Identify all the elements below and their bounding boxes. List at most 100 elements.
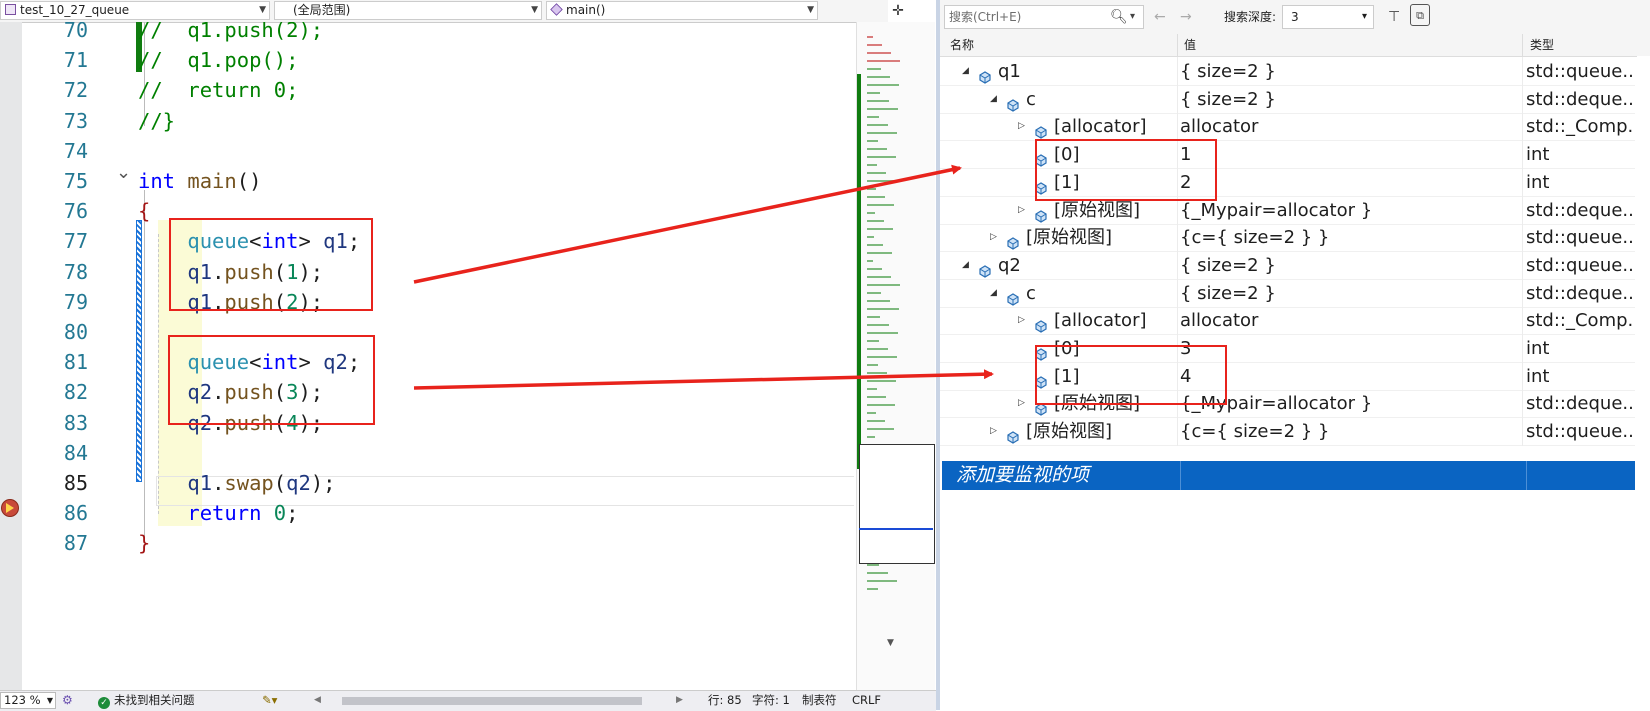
minimap-line	[867, 572, 888, 574]
watch-value[interactable]: { size=2 }	[1180, 85, 1276, 114]
code-line[interactable]: 81 queue<int> q2;	[22, 347, 854, 377]
minimap-viewport[interactable]	[859, 444, 935, 564]
code-line[interactable]: 80	[22, 317, 854, 347]
code-line[interactable]: 83 q2.push(4);	[22, 408, 854, 438]
brush-icon[interactable]: ✎▾	[262, 691, 277, 710]
code-token: q2	[286, 471, 311, 495]
code-line[interactable]: 71 // q1.pop();	[22, 45, 854, 75]
code-line[interactable]: 75 ⌄ int main()	[22, 162, 854, 196]
watch-vertical-scrollbar[interactable]	[1637, 56, 1650, 710]
watch-type: int	[1526, 171, 1550, 193]
add-watch-row[interactable]: 添加要监视的项	[942, 461, 1635, 490]
scroll-right-icon[interactable]: ▶	[676, 691, 683, 710]
code-line[interactable]: 86 return 0;	[22, 498, 854, 528]
column-divider	[1177, 57, 1178, 86]
view-mode-icon[interactable]: ⧉	[1410, 4, 1430, 26]
watch-row[interactable]: ▷ [allocator] allocator std::_Comp...	[940, 112, 1635, 142]
expand-triangle-icon[interactable]: ▷	[1018, 389, 1025, 418]
minimap-line	[867, 364, 878, 366]
code-line[interactable]: 77 queue<int> q1;	[22, 226, 854, 256]
forward-arrow-icon[interactable]: →	[1180, 6, 1192, 28]
issues-indicator[interactable]: ✓ 未找到相关问题	[98, 691, 195, 710]
watch-row[interactable]: ▷ [allocator] allocator std::_Comp...	[940, 306, 1635, 336]
watch-row[interactable]: ▷ [原始视图] {c={ size=2 } } std::queue...	[940, 223, 1635, 253]
code-line[interactable]: 74	[22, 136, 854, 166]
search-depth-label: 搜索深度:	[1224, 10, 1277, 24]
collapse-triangle-icon[interactable]: ◢	[962, 251, 969, 280]
code-line[interactable]: 82 q2.push(3);	[22, 377, 854, 407]
column-divider[interactable]	[1177, 34, 1178, 56]
watch-value[interactable]: { size=2 }	[1180, 57, 1276, 86]
minimap-line	[867, 348, 888, 350]
watch-row[interactable]: ◢ c { size=2 } std::deque...	[940, 278, 1635, 308]
collapse-triangle-icon[interactable]: ◢	[990, 85, 997, 114]
zoom-value: 123 %	[4, 693, 41, 707]
watch-value[interactable]: { size=2 }	[1180, 279, 1276, 308]
expand-triangle-icon[interactable]: ▷	[990, 223, 997, 252]
minimap-line	[867, 204, 894, 206]
column-divider	[1177, 417, 1178, 447]
code-cleanup-icon[interactable]: ⚙	[62, 691, 73, 710]
watch-row[interactable]: ▷ [原始视图] {c={ size=2 } } std::queue...	[940, 417, 1635, 447]
minimap-scrollbar[interactable]: ▼	[856, 22, 935, 690]
code-line[interactable]: 70 // q1.push(2);	[22, 22, 854, 45]
tabs-indicator[interactable]: 制表符	[802, 691, 837, 710]
watch-row[interactable]: ◢ c { size=2 } std::deque...	[940, 84, 1635, 114]
code-line[interactable]: 73 //}	[22, 106, 854, 136]
code-line[interactable]: 84	[22, 438, 854, 468]
scope-dropdown[interactable]: (全局范围) ▼	[274, 1, 542, 20]
collapse-triangle-icon[interactable]: ◢	[990, 279, 997, 308]
scroll-down-icon[interactable]: ▼	[887, 638, 894, 648]
watch-value[interactable]: allocator	[1180, 112, 1258, 141]
glyph-margin[interactable]	[0, 22, 22, 690]
scroll-left-icon[interactable]: ◀	[314, 691, 321, 710]
member-dropdown[interactable]: main() ▼	[546, 1, 818, 20]
watch-value[interactable]: allocator	[1180, 306, 1258, 335]
code-token: );	[310, 471, 336, 495]
expand-triangle-icon[interactable]: ▷	[1018, 306, 1025, 335]
column-value[interactable]: 值	[1184, 34, 1196, 56]
collapse-chevron-icon[interactable]: ⌄	[116, 162, 131, 183]
code-line[interactable]: 72 // return 0;	[22, 75, 854, 105]
annotation-box-q1-elements	[1035, 139, 1217, 201]
column-name[interactable]: 名称	[950, 34, 974, 56]
column-type[interactable]: 类型	[1530, 34, 1554, 56]
zoom-dropdown[interactable]: 123 % ▼	[0, 692, 56, 709]
watch-value[interactable]: { size=2 }	[1180, 251, 1276, 280]
back-arrow-icon[interactable]: ←	[1154, 6, 1166, 28]
expand-triangle-icon[interactable]: ▷	[1018, 112, 1025, 141]
expand-triangle-icon[interactable]: ▷	[990, 417, 997, 446]
watch-value[interactable]: {c={ size=2 } }	[1180, 417, 1329, 446]
watch-toolbar: 搜索(Ctrl+E) 🔍︎ ▾ ← → 搜索深度: 3 ▾ ⊤ ⧉	[940, 0, 1650, 34]
code-line[interactable]: 78 q1.push(1);	[22, 257, 854, 287]
collapse-triangle-icon[interactable]: ◢	[962, 57, 969, 86]
watch-row[interactable]: ◢ q1 { size=2 } std::queue...	[940, 57, 1635, 86]
minimap-line	[867, 52, 891, 54]
horizontal-scrollbar[interactable]	[332, 697, 696, 705]
watch-value[interactable]: {c={ size=2 } }	[1180, 223, 1329, 252]
minimap-line	[867, 396, 886, 398]
watch-row[interactable]: ◢ q2 { size=2 } std::queue...	[940, 250, 1635, 280]
code-token: //	[138, 48, 188, 73]
project-dropdown[interactable]: test_10_27_queue ▼	[0, 1, 270, 20]
column-divider[interactable]	[1522, 34, 1523, 56]
split-window-button[interactable]: ✛	[888, 1, 908, 21]
chevron-down-icon[interactable]: ▾	[1130, 6, 1135, 28]
watch-type: std::_Comp...	[1526, 116, 1635, 138]
line-indicator[interactable]: 行: 85	[708, 691, 742, 710]
search-icon[interactable]: 🔍︎	[1110, 6, 1128, 28]
code-text-area[interactable]: 70 // q1.push(2); 71 // q1.pop(); 72 // retur…	[22, 22, 854, 690]
pin-icon[interactable]: ⊤	[1388, 6, 1400, 28]
code-line[interactable]: 76 {	[22, 196, 854, 226]
code-line[interactable]: 79 q1.push(2);	[22, 287, 854, 317]
char-indicator[interactable]: 字符: 1	[752, 691, 790, 710]
watch-name: c	[1026, 88, 1036, 110]
minimap-line	[867, 140, 878, 142]
expand-triangle-icon[interactable]: ▷	[1018, 196, 1025, 225]
search-depth-dropdown[interactable]: 3 ▾	[1282, 5, 1374, 29]
code-line[interactable]: 87}	[22, 528, 854, 558]
scroll-thumb[interactable]	[342, 697, 642, 705]
code-line[interactable]: 85 q1.swap(q2);	[22, 468, 854, 498]
eol-indicator[interactable]: CRLF	[852, 691, 881, 710]
